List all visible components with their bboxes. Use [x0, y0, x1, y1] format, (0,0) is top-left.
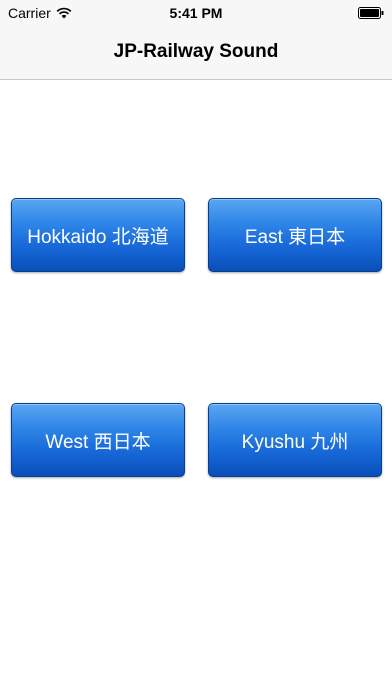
- west-button[interactable]: West 西日本: [11, 403, 185, 477]
- east-button[interactable]: East 東日本: [208, 198, 382, 272]
- hokkaido-button[interactable]: Hokkaido 北海道: [11, 198, 185, 272]
- status-time: 5:41 PM: [169, 5, 223, 21]
- battery-icon: [358, 7, 384, 19]
- status-bar: Carrier 5:41 PM: [0, 0, 392, 26]
- page-title: JP-Railway Sound: [113, 41, 279, 62]
- kyushu-button[interactable]: Kyushu 九州: [208, 403, 382, 477]
- navigation-bar: JP-Railway Sound: [0, 26, 392, 80]
